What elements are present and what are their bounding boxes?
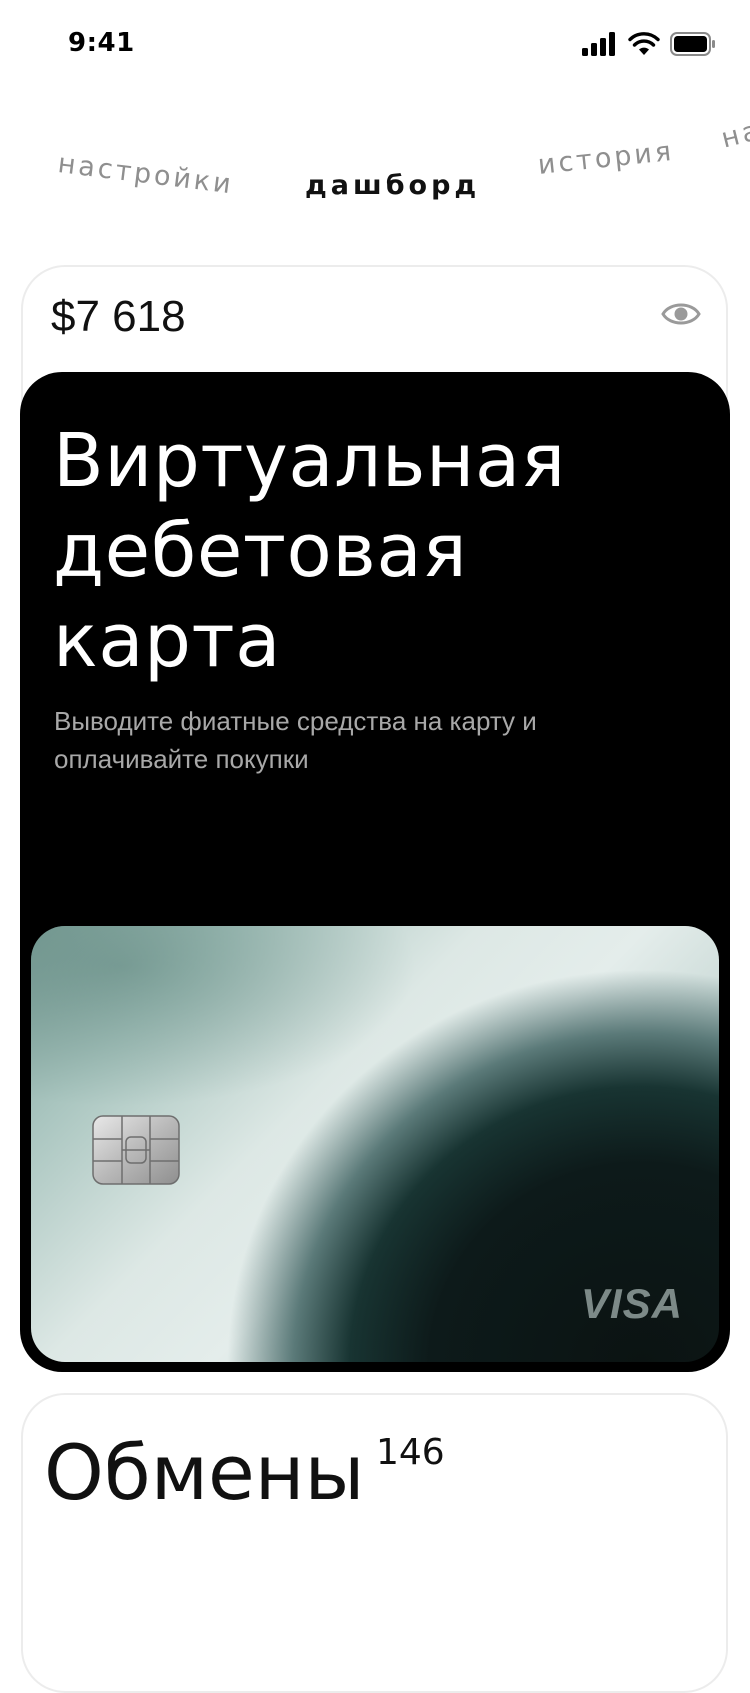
tab-history[interactable]: история	[536, 136, 675, 181]
virtual-card-promo[interactable]: Виртуальная дебетовая карта Выводите фиа…	[20, 372, 730, 1372]
status-bar: 9:41	[0, 0, 750, 90]
status-time: 9:41	[68, 28, 135, 58]
battery-icon	[670, 32, 715, 56]
promo-subtitle: Выводите фиатные средства на карту и опл…	[54, 706, 537, 774]
balance-amount: $7 618	[51, 292, 186, 341]
wifi-icon	[628, 32, 660, 55]
tab-next-partial[interactable]: на	[718, 115, 750, 155]
promo-title: Виртуальная дебетовая карта	[53, 418, 566, 684]
tab-settings[interactable]: настройки	[56, 148, 235, 200]
tab-dashboard[interactable]: дашборд	[305, 170, 480, 201]
exchanges-count: 146	[376, 1432, 445, 1473]
signal-icon	[582, 32, 615, 56]
exchanges-title: Обмены	[44, 1428, 365, 1517]
visa-logo: VISA	[580, 1280, 683, 1327]
toggle-balance-visibility-button[interactable]	[658, 296, 704, 332]
status-icons	[582, 32, 716, 56]
card-visual: VISA	[31, 926, 719, 1362]
eye-icon	[661, 303, 701, 325]
chip-icon	[92, 1115, 180, 1185]
